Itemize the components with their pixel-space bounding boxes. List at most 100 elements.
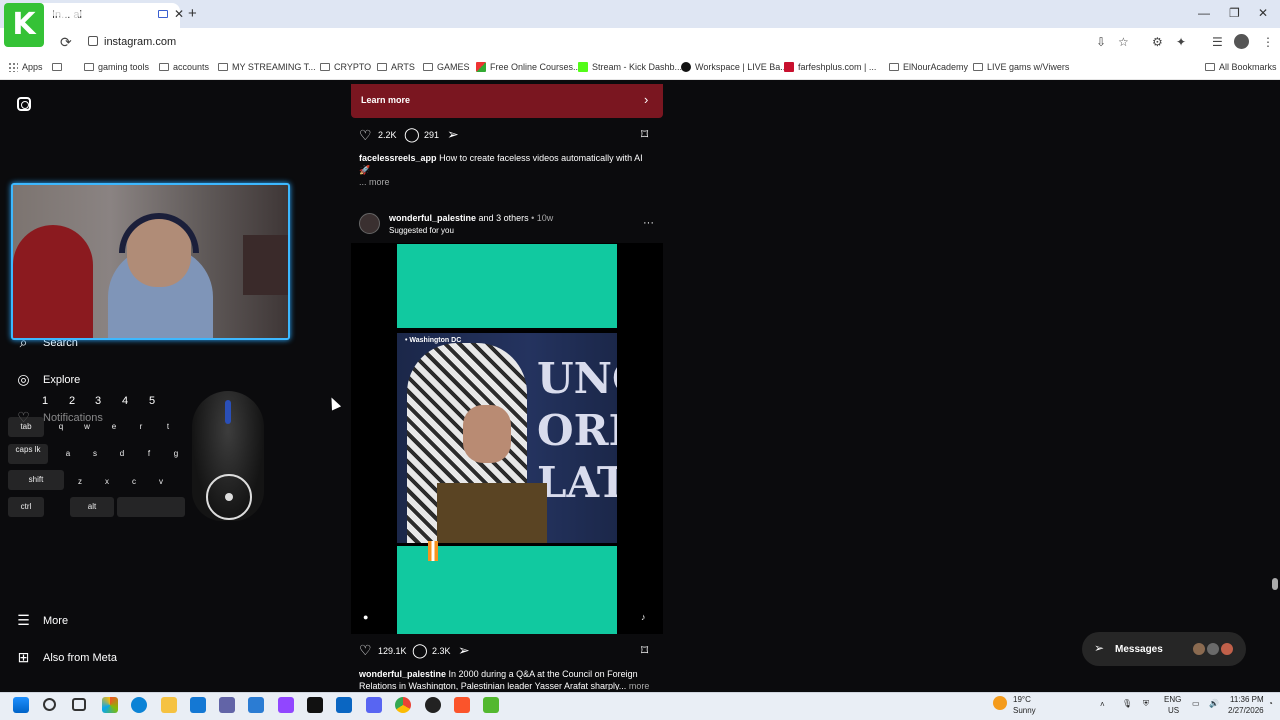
like-icon[interactable]: ♡ [359,127,372,144]
search-icon[interactable] [43,698,56,711]
edge-icon[interactable] [131,697,147,713]
weather-temp[interactable]: 19°C [1013,695,1031,704]
twitch-icon[interactable] [278,697,294,713]
weather-desc[interactable]: Sunny [1013,706,1036,715]
minimize-icon[interactable]: — [1198,6,1210,20]
like-count: 129.1K [378,646,407,656]
tagged-user-icon[interactable]: ● [363,612,368,622]
url-text[interactable]: instagram.com [104,36,176,48]
copilot-icon[interactable] [102,697,118,713]
post2-avatar[interactable] [359,213,380,234]
tray-chevron-icon[interactable]: ˄ [1100,700,1105,709]
sidebar-item-explore[interactable]: ◎ Explore [16,371,80,388]
share-icon[interactable]: ➢ [458,642,470,659]
workspace-favicon [681,62,691,72]
post2-caption-username[interactable]: wonderful_palestine [359,669,446,679]
avatar [1192,642,1206,656]
address-bar-row: ⟳ instagram.com ⇩ ☆ ⚙ ✦ ☰ ⋮ [0,28,1280,56]
key-t: t [166,422,170,431]
audio-icon[interactable]: ♪ [641,612,646,622]
sidebar-item-more[interactable]: ☰ More [16,612,68,629]
x-icon[interactable] [307,697,323,713]
file-explorer-icon[interactable] [161,697,177,713]
bookmark-crypto[interactable]: CRYPTO [320,62,371,72]
extension-icon[interactable]: ⚙ [1152,35,1163,49]
post-options-icon[interactable]: ··· [643,217,654,229]
post2-username[interactable]: wonderful_palestine [389,213,476,223]
store-icon[interactable] [190,697,206,713]
bookmark-games[interactable]: GAMES [423,62,470,72]
bookmark-workspace[interactable]: Workspace | LIVE Ba... [681,62,788,72]
post1-more-link[interactable]: ... more [359,177,390,187]
post2-video[interactable]: UNC OREI LAT • Washington DC [397,333,617,543]
all-bookmarks[interactable]: All Bookmarks [1205,62,1277,72]
linkedin-icon[interactable] [336,697,352,713]
teams-icon[interactable] [219,697,235,713]
media-playing-icon[interactable] [158,10,168,18]
sidebar-item-also-from-meta[interactable]: ⊞ Also from Meta [16,649,117,666]
scrollbar-thumb[interactable] [1272,578,1278,590]
save-icon[interactable]: ⌑ [641,126,648,143]
extensions-puzzle-icon[interactable]: ✦ [1176,35,1186,49]
scrollbar[interactable] [1270,80,1280,692]
key-2: 2 [69,395,76,407]
key-4: 4 [122,395,129,407]
folder-icon [377,63,387,71]
key-s: s [93,449,97,458]
clock-time[interactable]: 11:36 PM [1230,695,1264,704]
install-app-icon[interactable]: ⇩ [1096,35,1106,49]
bookmark-arts[interactable]: ARTS [377,62,415,72]
bookmark-elnour[interactable]: ElNourAcademy [889,62,968,72]
media-controls-icon[interactable]: ☰ [1212,35,1223,49]
weather-sun-icon[interactable] [993,696,1007,710]
post2-more-link[interactable]: more [629,681,650,690]
comment-icon[interactable]: ◯ [412,642,428,659]
windows-start-icon[interactable] [13,697,29,713]
restore-icon[interactable]: ❐ [1229,6,1240,20]
browser-menu-icon[interactable]: ⋮ [1262,35,1274,49]
bookmark-accounts[interactable]: accounts [159,62,209,72]
instagram-logo-icon[interactable] [17,97,31,111]
brave-icon[interactable] [454,697,470,713]
comment-icon[interactable]: ◯ [404,126,420,143]
bookmark-live-games[interactable]: LIVE gams w/Viwers [973,62,1069,72]
post2-header: wonderful_palestine and 3 others • 10w [389,213,554,223]
task-view-icon[interactable] [72,698,86,711]
shield-icon[interactable]: ⛨ [1143,699,1149,709]
share-icon[interactable]: ➢ [447,126,459,143]
tab-groups-icon[interactable] [52,62,66,72]
bookmark-gaming-tools[interactable]: gaming tools [84,62,149,72]
discord-icon[interactable] [366,697,382,713]
like-icon[interactable]: ♡ [359,642,372,659]
bookmark-kick-dashboard[interactable]: Stream - Kick Dashb... [578,62,682,72]
chrome-icon[interactable] [395,697,411,713]
mic-icon[interactable]: 🎙 [1122,699,1132,708]
avatar [1206,642,1220,656]
bookmark-free-courses[interactable]: Free Online Courses... [476,62,581,72]
network-icon[interactable]: ▭ [1192,699,1200,708]
new-tab-button[interactable]: + [188,5,197,22]
language-bottom[interactable]: US [1168,706,1179,715]
clock-date[interactable]: 2/27/2026 [1228,706,1264,715]
bookmark-farfeshplus[interactable]: farfeshplus.com | ... [784,62,876,72]
farfesh-favicon [784,62,794,72]
kick-favicon [578,62,588,72]
bookmark-star-icon[interactable]: ☆ [1118,35,1129,49]
key-v: v [159,477,163,486]
app-icon[interactable] [483,697,499,713]
omnibox[interactable] [78,31,1142,53]
obs-icon[interactable] [425,697,441,713]
outlook-icon[interactable] [248,697,264,713]
volume-icon[interactable]: 🔊 [1209,699,1219,708]
post1-username[interactable]: facelessreels_app [359,153,437,163]
key-shift: shift [8,470,64,490]
bookmark-apps[interactable]: Apps [8,62,43,72]
close-window-icon[interactable]: ✕ [1258,6,1268,20]
profile-avatar[interactable] [1234,34,1249,49]
folder-icon [973,63,983,71]
language-top[interactable]: ENG [1164,695,1181,704]
notification-icon[interactable]: ◔ [1268,699,1273,708]
bookmark-streaming[interactable]: MY STREAMING T... [218,62,316,72]
close-tab-icon[interactable]: ✕ [174,7,184,21]
save-icon[interactable]: ⌑ [641,642,648,659]
